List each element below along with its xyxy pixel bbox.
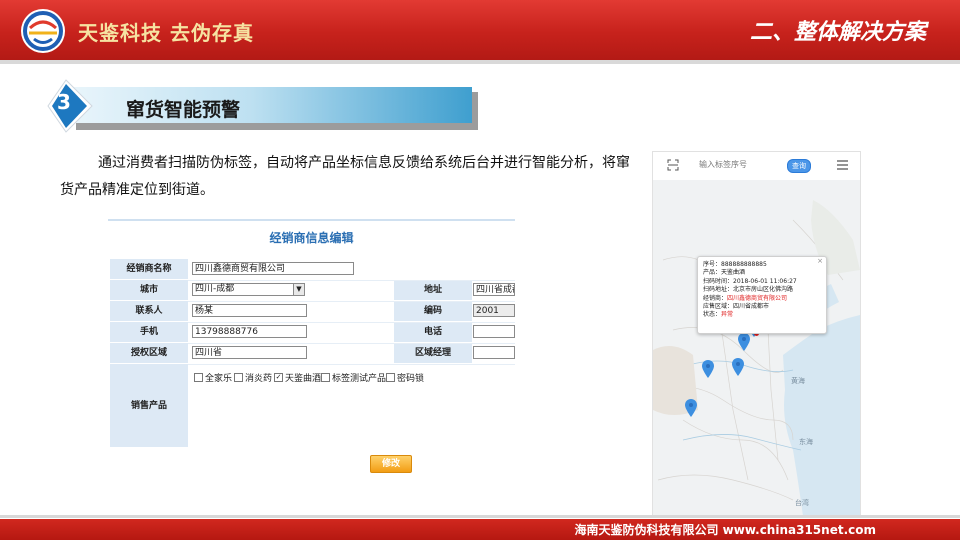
checkbox-icon	[194, 373, 203, 382]
form-row-divider	[188, 280, 515, 281]
product-label: 消炎药	[245, 374, 273, 384]
dealer-edit-form: 经销商信息编辑 经销商名称 城市 联系人 手机 授权区域 销售产品 地址 编码 …	[108, 219, 515, 481]
map-label-yellow-sea: 黄海	[791, 377, 805, 385]
popup-scan-time: 扫码时间：2018-06-01 11:06:27	[703, 277, 797, 285]
city-select[interactable]: 四川-成都 ▼	[192, 283, 305, 296]
contact-input[interactable]: 杨某	[192, 304, 307, 317]
checkbox-icon	[386, 373, 395, 382]
label-contact: 联系人	[110, 301, 188, 322]
footer-company-info: 海南天鉴防伪科技有限公司 www.china315net.com	[574, 523, 876, 537]
product-checkbox[interactable]: 密码锁	[386, 371, 424, 384]
label-area-manager: 区域经理	[394, 343, 472, 364]
popup-dealer: 四川鑫德商贸有限公司	[727, 294, 788, 302]
product-checkbox[interactable]: 全家乐	[194, 371, 232, 384]
address-input[interactable]: 四川省成都	[473, 283, 515, 296]
popup-product: 产品：天鉴曲酒	[703, 269, 746, 277]
scan-info-popup: × 序号：888888888885 产品：天鉴曲酒 扫码时间：2018-06-0…	[697, 256, 827, 334]
label-address: 地址	[394, 280, 472, 301]
code-input[interactable]: 2001	[473, 304, 515, 317]
label-code: 编码	[394, 301, 472, 322]
scan-icon[interactable]	[667, 159, 679, 171]
form-row-divider	[188, 322, 515, 323]
popup-dealer-label: 经销商：	[703, 294, 728, 302]
popup-status-label: 状态：	[703, 311, 722, 319]
label-dealer-name: 经销商名称	[110, 259, 188, 280]
label-phone: 电话	[394, 322, 472, 343]
menu-icon[interactable]	[837, 160, 848, 170]
map-background	[653, 180, 860, 516]
footer-divider	[0, 515, 960, 518]
header-divider	[0, 60, 960, 64]
label-mobile: 手机	[110, 322, 188, 343]
banner-title: 窜货智能预警	[126, 99, 241, 121]
query-button[interactable]: 查询	[787, 159, 811, 173]
checkbox-icon	[321, 373, 330, 382]
city-select-value: 四川-成都	[195, 284, 235, 294]
dealer-name-input[interactable]: 四川鑫德商贸有限公司	[192, 262, 354, 275]
area-manager-input[interactable]	[473, 346, 515, 359]
label-city: 城市	[110, 280, 188, 301]
form-row-divider	[188, 343, 515, 344]
map-pin-icon[interactable]	[738, 333, 750, 351]
form-row-divider	[188, 301, 515, 302]
product-checkbox[interactable]: ✓ 天鉴曲酒	[274, 371, 321, 384]
product-label: 标签测试产品	[332, 374, 387, 384]
checkbox-icon	[234, 373, 243, 382]
form-row-divider	[188, 364, 515, 365]
mobile-input[interactable]: 13798888776	[192, 325, 307, 338]
popup-status-row: 状态：异常	[703, 311, 821, 319]
tag-serial-input[interactable]: 输入标签序号	[699, 159, 747, 170]
auth-area-input[interactable]: 四川省	[192, 346, 307, 359]
popup-scan-address: 扫码地址：北京市房山区化佛沟路	[703, 286, 794, 294]
form-top-border	[108, 219, 515, 221]
product-checkbox[interactable]: 消炎药	[234, 371, 272, 384]
map-search-bar: 输入标签序号 查询	[653, 152, 860, 181]
map-pin-icon[interactable]	[732, 358, 744, 376]
map-pin-icon[interactable]	[702, 360, 714, 378]
edit-button[interactable]: 修改	[370, 455, 412, 473]
popup-status: 异常	[721, 311, 734, 319]
phone-input[interactable]	[473, 325, 515, 338]
product-label: 全家乐	[205, 374, 233, 384]
product-label: 密码锁	[397, 374, 425, 384]
checkbox-checked-icon: ✓	[274, 373, 283, 382]
section-number: 3	[57, 90, 71, 114]
label-auth-area: 授权区域	[110, 343, 188, 364]
brand-slogan: 天鉴科技 去伪存真	[78, 21, 254, 45]
product-checkbox[interactable]: 标签测试产品	[321, 371, 386, 384]
form-title: 经销商信息编辑	[269, 231, 354, 245]
map-label-east-sea: 东海	[799, 438, 813, 446]
close-icon[interactable]: ×	[817, 257, 823, 265]
section-description: 通过消费者扫描防伪标签，自动将产品坐标信息反馈给系统后台并进行智能分析，将窜货产…	[60, 155, 630, 198]
popup-dealer-row: 经销商：四川鑫德商贸有限公司	[703, 295, 821, 303]
chevron-down-icon: ▼	[293, 284, 304, 295]
label-products: 销售产品	[110, 364, 188, 448]
section-title: 二、整体解决方案	[749, 20, 926, 45]
company-logo-icon	[21, 9, 65, 53]
mobile-map-view: 输入标签序号 查询 黄海 东海 台湾 × 序号：888888888885 产品：…	[652, 151, 861, 517]
map-canvas[interactable]: 黄海 东海 台湾 × 序号：888888888885 产品：天鉴曲酒 扫码时间：…	[653, 180, 860, 516]
map-label-taiwan: 台湾	[795, 499, 809, 507]
product-label: 天鉴曲酒	[285, 374, 322, 384]
map-pin-icon[interactable]	[685, 399, 697, 417]
